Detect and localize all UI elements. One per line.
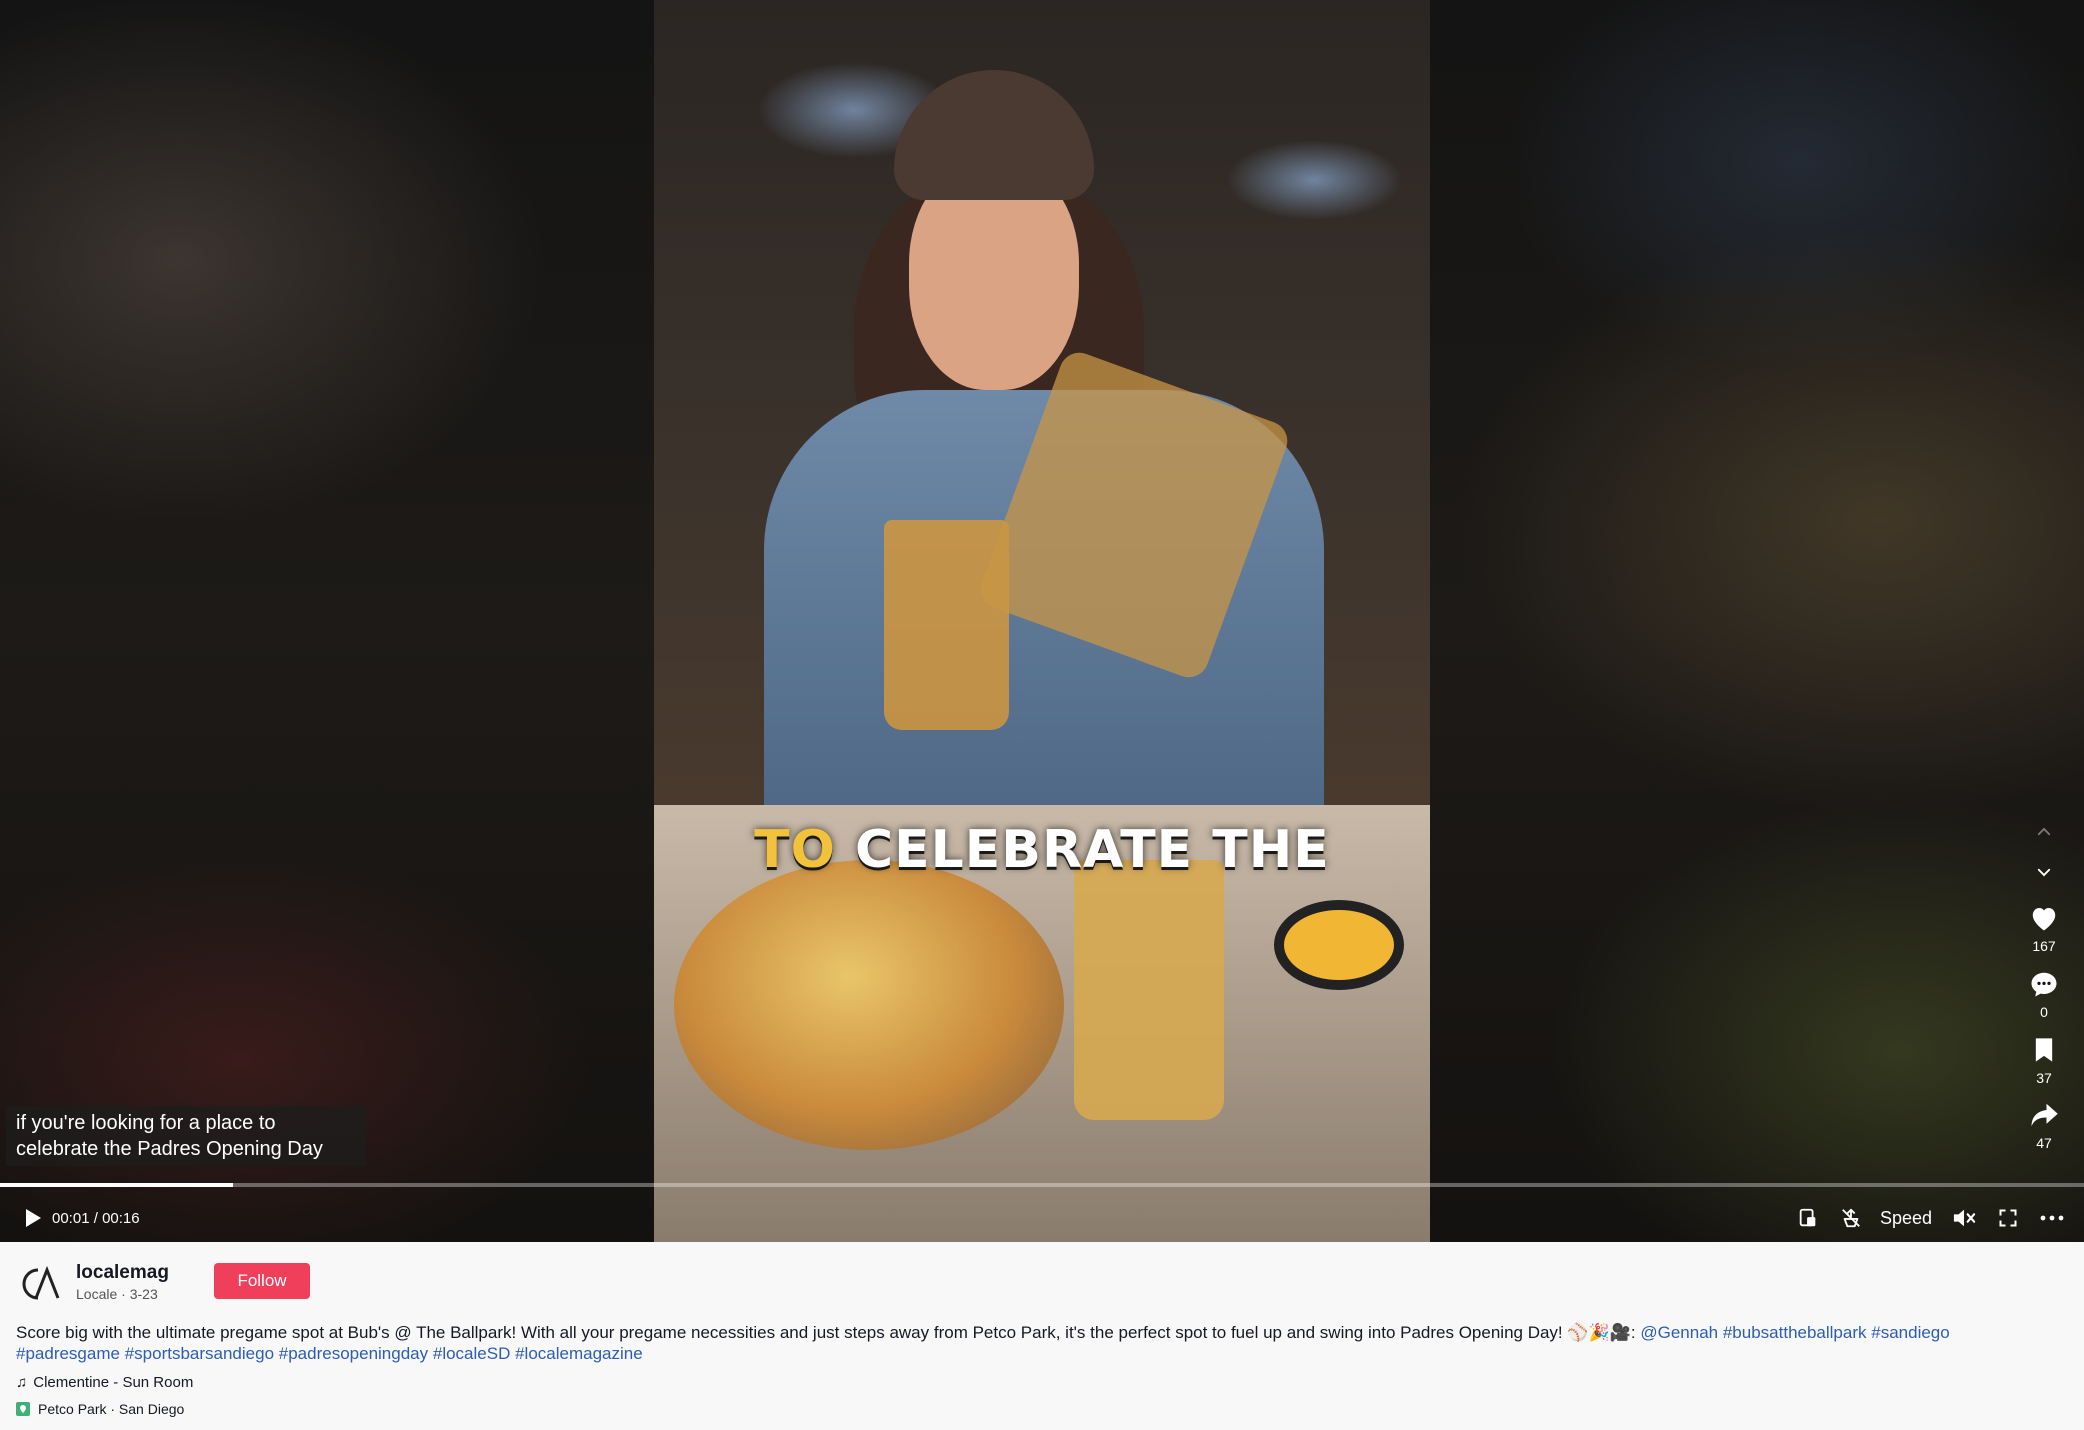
like-count: 167: [2032, 938, 2056, 954]
hashtag-link[interactable]: #localemagazine: [515, 1344, 643, 1363]
post-date: 3-23: [129, 1286, 158, 1302]
play-icon: [26, 1209, 41, 1227]
save-count: 37: [2036, 1070, 2052, 1086]
no-interest-icon: [1842, 1208, 1860, 1228]
share-action[interactable]: 47: [2024, 1101, 2064, 1151]
scene-hat: [894, 70, 1094, 200]
meta-separator: ·: [117, 1286, 130, 1302]
caption-rest: CELEBRATE THE: [854, 820, 1330, 880]
hashtag-link[interactable]: #padresopeningday: [279, 1344, 428, 1363]
subtitle-line: if you're looking for a place to: [16, 1112, 276, 1134]
chevron-up-icon: [2037, 827, 2051, 836]
progress-fill: [0, 1183, 234, 1187]
scene-cheese: [1274, 900, 1404, 990]
more-icon: [2040, 1215, 2064, 1221]
hashtag-link[interactable]: #bubsattheballpark: [1723, 1323, 1867, 1342]
play-button[interactable]: [18, 1203, 48, 1233]
save-action[interactable]: 37: [2024, 1036, 2064, 1086]
avatar[interactable]: [14, 1260, 62, 1308]
progress-bar[interactable]: [0, 1183, 2084, 1187]
post-info: localemag Locale · 3-23 Follow Score big…: [0, 1242, 2084, 1430]
speed-label: Speed: [1880, 1207, 1933, 1228]
location-tag[interactable]: Petco Park · San Diego: [16, 1401, 184, 1417]
post-description: Score big with the ultimate pregame spot…: [16, 1322, 2056, 1364]
description-text: Score big with the ultimate pregame spot…: [16, 1323, 1641, 1342]
locale-logo: [22, 1265, 60, 1300]
like-action[interactable]: 167: [2024, 904, 2064, 954]
not-interested-button[interactable]: [1835, 1203, 1867, 1233]
scene-nachos: [674, 860, 1064, 1150]
comment-action[interactable]: 0: [2024, 970, 2064, 1020]
scene-glass: [884, 520, 1009, 730]
video-player[interactable]: TO CELEBRATE THE if you're looking for a…: [0, 0, 2084, 1242]
username[interactable]: localemag: [76, 1262, 169, 1284]
hashtag-link[interactable]: @Gennah: [1640, 1323, 1718, 1342]
time-separator: /: [89, 1209, 103, 1227]
caption-highlight: TO: [754, 820, 836, 880]
author-meta: Locale · 3-23: [76, 1286, 158, 1302]
video-overlay-caption: TO CELEBRATE THE: [654, 820, 1430, 880]
time-display: 00:01 / 00:16: [52, 1206, 140, 1230]
speed-button[interactable]: Speed: [1880, 1205, 1932, 1231]
music-title: Clementine - Sun Room: [33, 1374, 194, 1391]
location-name: Petco Park · San Diego: [38, 1401, 185, 1417]
previous-video-button[interactable]: [2028, 816, 2060, 848]
display-name: Locale: [76, 1286, 118, 1302]
subtitle-line: celebrate the Padres Opening Day: [16, 1138, 323, 1160]
chevron-down-icon: [2037, 868, 2051, 877]
scene-beer: [1074, 860, 1224, 1120]
share-count: 47: [2036, 1135, 2052, 1151]
subtitle-box: if you're looking for a place to celebra…: [6, 1106, 366, 1166]
hashtag-link[interactable]: #sandiego: [1871, 1323, 1949, 1342]
current-time: 00:01: [52, 1209, 90, 1227]
hashtag-link[interactable]: #localeSD: [433, 1344, 511, 1363]
miniplayer-icon: [1799, 1208, 1816, 1227]
heart-icon: [2032, 908, 2056, 931]
follow-button[interactable]: Follow: [214, 1263, 310, 1299]
bookmark-icon: [2035, 1038, 2053, 1062]
comment-icon: [2031, 972, 2057, 997]
video-frame[interactable]: TO CELEBRATE THE: [654, 0, 1430, 1242]
mute-button[interactable]: [1948, 1203, 1980, 1233]
fullscreen-icon: [1999, 1209, 2017, 1227]
comment-count: 0: [2040, 1004, 2048, 1020]
music-info[interactable]: ♫ Clementine - Sun Room: [16, 1374, 193, 1391]
fullscreen-button[interactable]: [1992, 1203, 2024, 1233]
miniplayer-button[interactable]: [1792, 1203, 1824, 1233]
hashtag-link[interactable]: #padresgame: [16, 1344, 120, 1363]
next-video-button[interactable]: [2028, 856, 2060, 888]
location-pin-icon: [16, 1402, 30, 1416]
hashtag-link[interactable]: #sportsbarsandiego: [125, 1344, 274, 1363]
music-note-icon: ♫: [16, 1374, 28, 1391]
more-options-button[interactable]: [2036, 1203, 2068, 1233]
share-arrow-icon: [2031, 1103, 2058, 1127]
duration: 00:16: [102, 1209, 140, 1227]
mute-icon: [1953, 1209, 1976, 1227]
